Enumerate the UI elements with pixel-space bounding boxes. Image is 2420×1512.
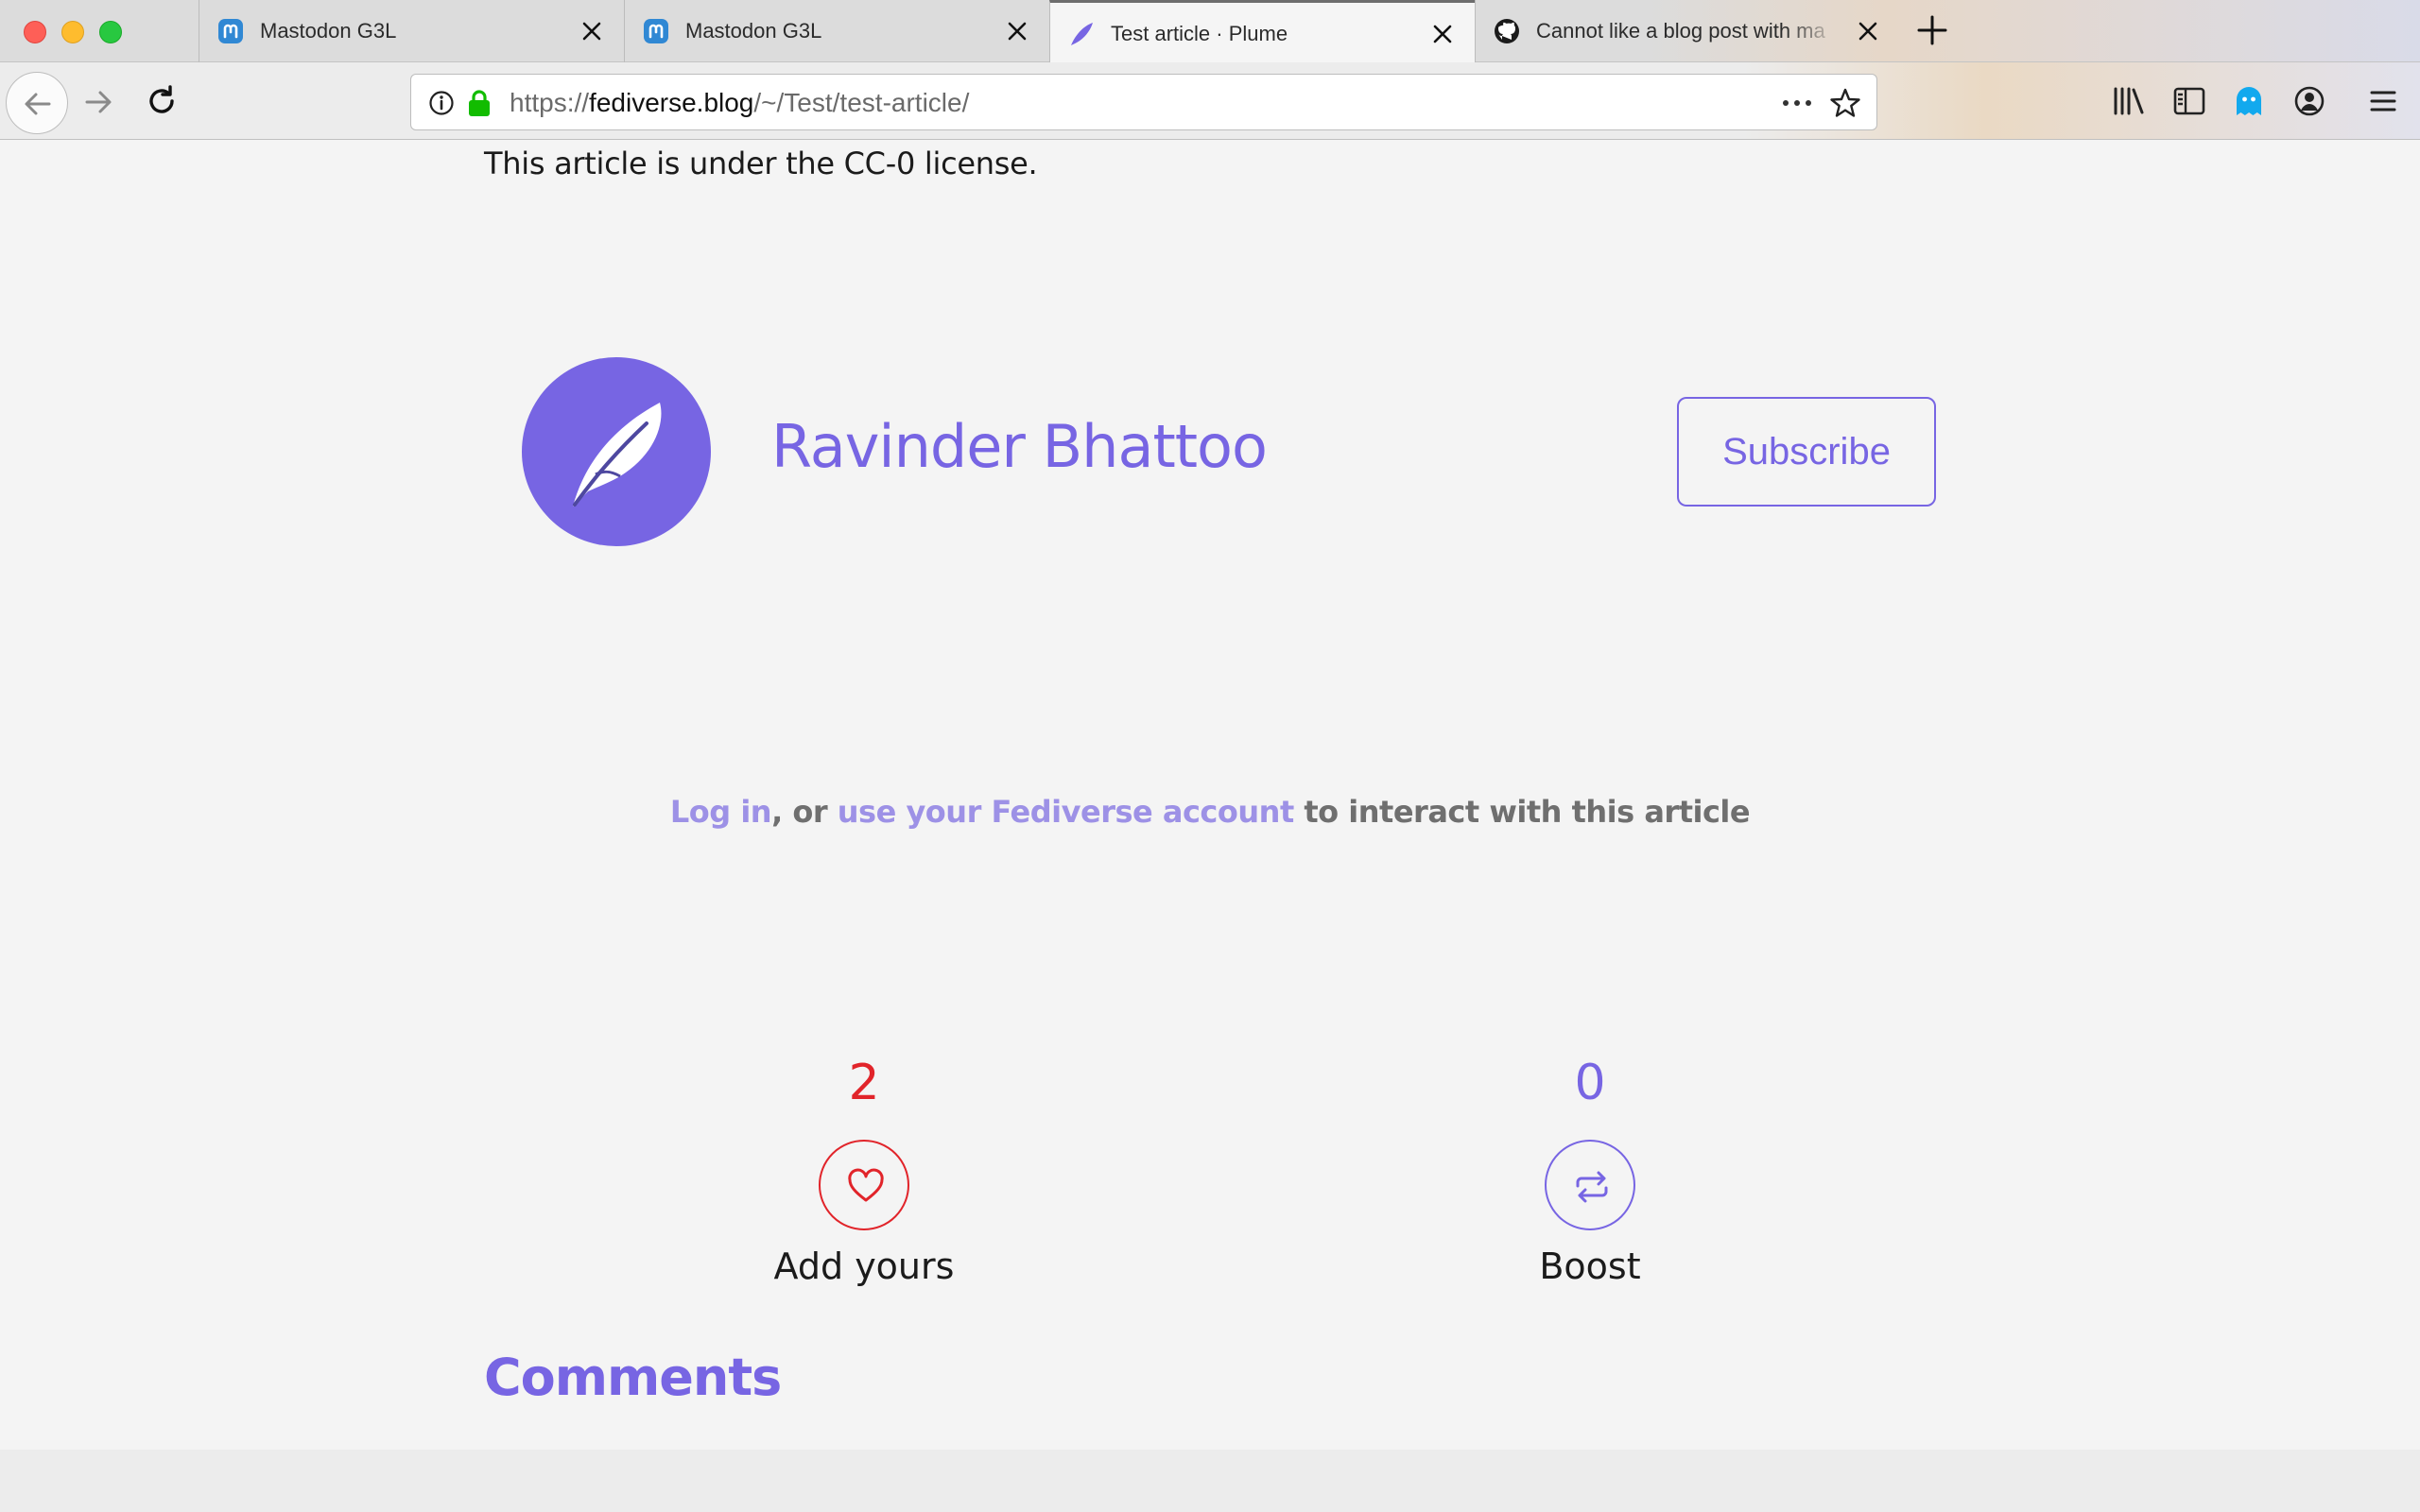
star-icon[interactable] (1829, 87, 1861, 119)
github-icon (1495, 19, 1519, 43)
repeat-icon (1576, 1171, 1608, 1203)
back-button[interactable] (6, 72, 68, 134)
interact-separator: , or (771, 794, 838, 830)
login-link[interactable]: Log in (670, 794, 772, 830)
mastodon-icon (644, 19, 668, 43)
interact-prompt: Log in, or use your Fediverse account to… (0, 794, 2420, 830)
more-actions-icon[interactable] (1780, 90, 1814, 116)
ghostery-extension-icon[interactable] (2233, 85, 2265, 119)
arrow-left-icon (25, 93, 51, 115)
navigation-toolbar: https://fediverse.blog/~/Test/test-artic… (0, 62, 2420, 140)
heart-icon (848, 1168, 884, 1202)
mastodon-icon (218, 19, 243, 43)
new-tab-icon[interactable] (1915, 13, 1949, 47)
window-close-button[interactable] (24, 21, 46, 43)
tab-plume-active[interactable]: Test article · Plume (1049, 0, 1475, 63)
plume-feather-icon (1071, 23, 1093, 45)
fediverse-account-link[interactable]: use your Fediverse account (838, 794, 1294, 830)
boosts-count: 0 (1574, 1055, 1606, 1111)
subscribe-button[interactable]: Subscribe (1677, 397, 1936, 507)
page-content: This article is under the CC-0 license. … (0, 140, 2420, 1450)
like-button[interactable] (819, 1140, 909, 1230)
license-notice: This article is under the CC-0 license. (484, 146, 1038, 181)
tab-mastodon-1[interactable]: Mastodon G3L (199, 0, 624, 62)
tab-title: Test article · Plume (1111, 22, 1288, 45)
sidebar-icon[interactable] (2172, 85, 2206, 117)
tab-github[interactable]: Cannot like a blog post with ma (1475, 0, 1900, 62)
url-text[interactable]: https://fediverse.blog/~/Test/test-artic… (510, 88, 969, 118)
info-icon[interactable] (428, 90, 455, 116)
url-scheme: https:// (510, 88, 590, 117)
url-bar[interactable]: https://fediverse.blog/~/Test/test-artic… (410, 74, 1877, 130)
comments-heading: Comments (484, 1348, 782, 1407)
author-avatar[interactable] (522, 357, 711, 546)
tab-title: Mastodon G3L (685, 19, 822, 43)
lock-icon[interactable] (466, 88, 493, 118)
url-path: /~/Test/test-article/ (753, 88, 970, 117)
page-footer-band (0, 1450, 2420, 1512)
account-icon[interactable] (2293, 85, 2325, 117)
author-name-link[interactable]: Ravinder Bhattoo (771, 412, 1268, 481)
tab-title: Mastodon G3L (260, 19, 397, 43)
tab-strip: Mastodon G3L Mastodon G3L Test article ·… (0, 0, 2420, 63)
reload-icon[interactable] (144, 83, 180, 119)
hamburger-menu-icon[interactable] (2367, 85, 2399, 117)
tab-title: Cannot like a blog post with ma (1536, 19, 1825, 43)
window-minimize-button[interactable] (61, 21, 84, 43)
window-zoom-button[interactable] (99, 21, 122, 43)
url-host: fediverse.blog (589, 88, 754, 117)
feather-icon (573, 403, 662, 507)
close-tab-icon[interactable] (579, 18, 605, 44)
close-tab-icon[interactable] (1004, 18, 1030, 44)
close-tab-icon[interactable] (1855, 18, 1881, 44)
close-tab-icon[interactable] (1429, 21, 1456, 47)
likes-count: 2 (848, 1055, 880, 1111)
arrow-right-icon[interactable] (81, 85, 115, 119)
boost-button[interactable] (1545, 1140, 1635, 1230)
tab-mastodon-2[interactable]: Mastodon G3L (624, 0, 1049, 62)
library-icon[interactable] (2112, 85, 2146, 117)
boost-label: Boost (1539, 1246, 1641, 1287)
interact-suffix: to interact with this article (1293, 794, 1751, 830)
like-label: Add yours (773, 1246, 955, 1287)
